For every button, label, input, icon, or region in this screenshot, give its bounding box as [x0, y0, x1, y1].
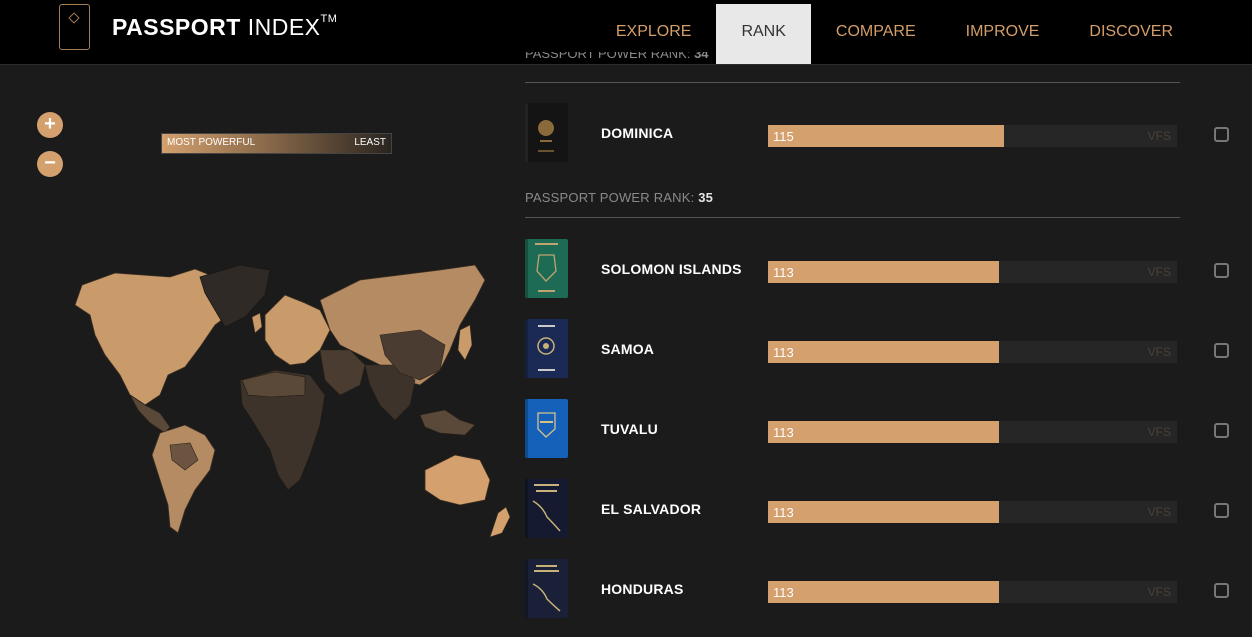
zoom-out-button[interactable]: −: [37, 151, 63, 177]
power-legend: MOST POWERFUL LEAST: [161, 133, 392, 154]
vfs-tag: VFS: [1147, 505, 1171, 519]
visa-free-score: 113: [773, 505, 794, 520]
passport-row-el-salvador[interactable]: EL SALVADOR 113 VFS: [525, 479, 1235, 539]
map-middle-east[interactable]: [319, 349, 366, 396]
brand-light: INDEX: [240, 14, 321, 40]
visa-free-bar-fill: [768, 501, 1000, 523]
visa-free-bar-fill: [768, 125, 1004, 147]
brand-tm: TM: [320, 13, 338, 25]
passport-cover-samoa[interactable]: [525, 319, 568, 378]
country-name: DOMINICA: [601, 125, 674, 141]
passport-cover-tuvalu[interactable]: [525, 399, 568, 458]
compare-checkbox[interactable]: [1214, 263, 1229, 278]
map-south-america[interactable]: [151, 424, 216, 534]
map-uk[interactable]: [251, 312, 263, 334]
visa-free-score: 115: [773, 129, 794, 144]
passport-cover-dominica[interactable]: [525, 103, 568, 162]
compare-checkbox[interactable]: [1214, 503, 1229, 518]
zoom-in-button[interactable]: +: [37, 112, 63, 138]
country-name: TUVALU: [601, 421, 658, 437]
compare-checkbox[interactable]: [1214, 127, 1229, 142]
visa-free-bar: 113 VFS: [768, 421, 1177, 443]
map-japan[interactable]: [457, 324, 473, 361]
country-name: EL SALVADOR: [601, 501, 702, 517]
visa-free-score: 113: [773, 585, 794, 600]
rank-34-value: 34: [694, 52, 709, 61]
visa-free-bar: 113 VFS: [768, 501, 1177, 523]
compare-checkbox[interactable]: [1214, 583, 1229, 598]
map-new-zealand[interactable]: [489, 506, 511, 538]
vfs-tag: VFS: [1147, 345, 1171, 359]
passport-logo-icon[interactable]: [59, 4, 90, 50]
passport-row-solomon-islands[interactable]: SOLOMON ISLANDS 113 VFS: [525, 239, 1235, 299]
compare-checkbox[interactable]: [1214, 423, 1229, 438]
visa-free-score: 113: [773, 345, 794, 360]
rank-35-label: PASSPORT POWER RANK:: [525, 190, 695, 205]
vfs-tag: VFS: [1147, 585, 1171, 599]
map-north-africa[interactable]: [241, 371, 306, 398]
legend-most-label: MOST POWERFUL: [167, 137, 256, 148]
visa-free-bar: 113 VFS: [768, 261, 1177, 283]
visa-free-score: 113: [773, 425, 794, 440]
country-name: SAMOA: [601, 341, 655, 357]
map-australia[interactable]: [424, 454, 491, 506]
compare-checkbox[interactable]: [1214, 343, 1229, 358]
passport-row-tuvalu[interactable]: TUVALU 113 VFS: [525, 399, 1235, 459]
brand-logo[interactable]: PASSPORT INDEXTM: [112, 13, 338, 41]
passport-cover-el-salvador[interactable]: [525, 479, 568, 538]
vfs-tag: VFS: [1147, 129, 1171, 143]
passport-row-dominica[interactable]: DOMINICA 115 VFS: [525, 103, 1235, 163]
passport-row-honduras[interactable]: HONDURAS 113 VFS: [525, 559, 1235, 619]
visa-free-bar: 113 VFS: [768, 581, 1177, 603]
map-europe[interactable]: [264, 294, 331, 366]
vfs-tag: VFS: [1147, 265, 1171, 279]
map-se-asia[interactable]: [419, 409, 476, 436]
nav-improve[interactable]: IMPROVE: [941, 4, 1065, 64]
visa-free-bar: 115 VFS: [768, 125, 1177, 147]
world-map[interactable]: [20, 255, 515, 545]
nav-discover[interactable]: DISCOVER: [1064, 4, 1198, 64]
rank-35-header: PASSPORT POWER RANK: 35: [525, 190, 713, 205]
country-name: SOLOMON ISLANDS: [601, 261, 742, 277]
legend-least-label: LEAST: [354, 137, 386, 148]
visa-free-bar-fill: [768, 581, 1000, 603]
passport-row-samoa[interactable]: SAMOA 113 VFS: [525, 319, 1235, 379]
rank-34-header: PASSPORT POWER RANK: 34: [525, 52, 825, 64]
country-name: HONDURAS: [601, 581, 684, 597]
rank-34-label: PASSPORT POWER RANK:: [525, 52, 691, 61]
passport-cover-honduras[interactable]: [525, 559, 568, 618]
brand-bold: PASSPORT: [112, 14, 241, 40]
visa-free-bar-fill: [768, 421, 1000, 443]
visa-free-bar: 113 VFS: [768, 341, 1177, 363]
rank-35-divider: [525, 217, 1180, 218]
visa-free-bar-fill: [768, 341, 1000, 363]
rank-35-value: 35: [698, 190, 714, 205]
passport-cover-solomon-islands[interactable]: [525, 239, 568, 298]
vfs-tag: VFS: [1147, 425, 1171, 439]
nav-compare[interactable]: COMPARE: [811, 4, 941, 64]
visa-free-bar-fill: [768, 261, 1000, 283]
rank-34-divider: [525, 82, 1180, 83]
visa-free-score: 113: [773, 265, 794, 280]
